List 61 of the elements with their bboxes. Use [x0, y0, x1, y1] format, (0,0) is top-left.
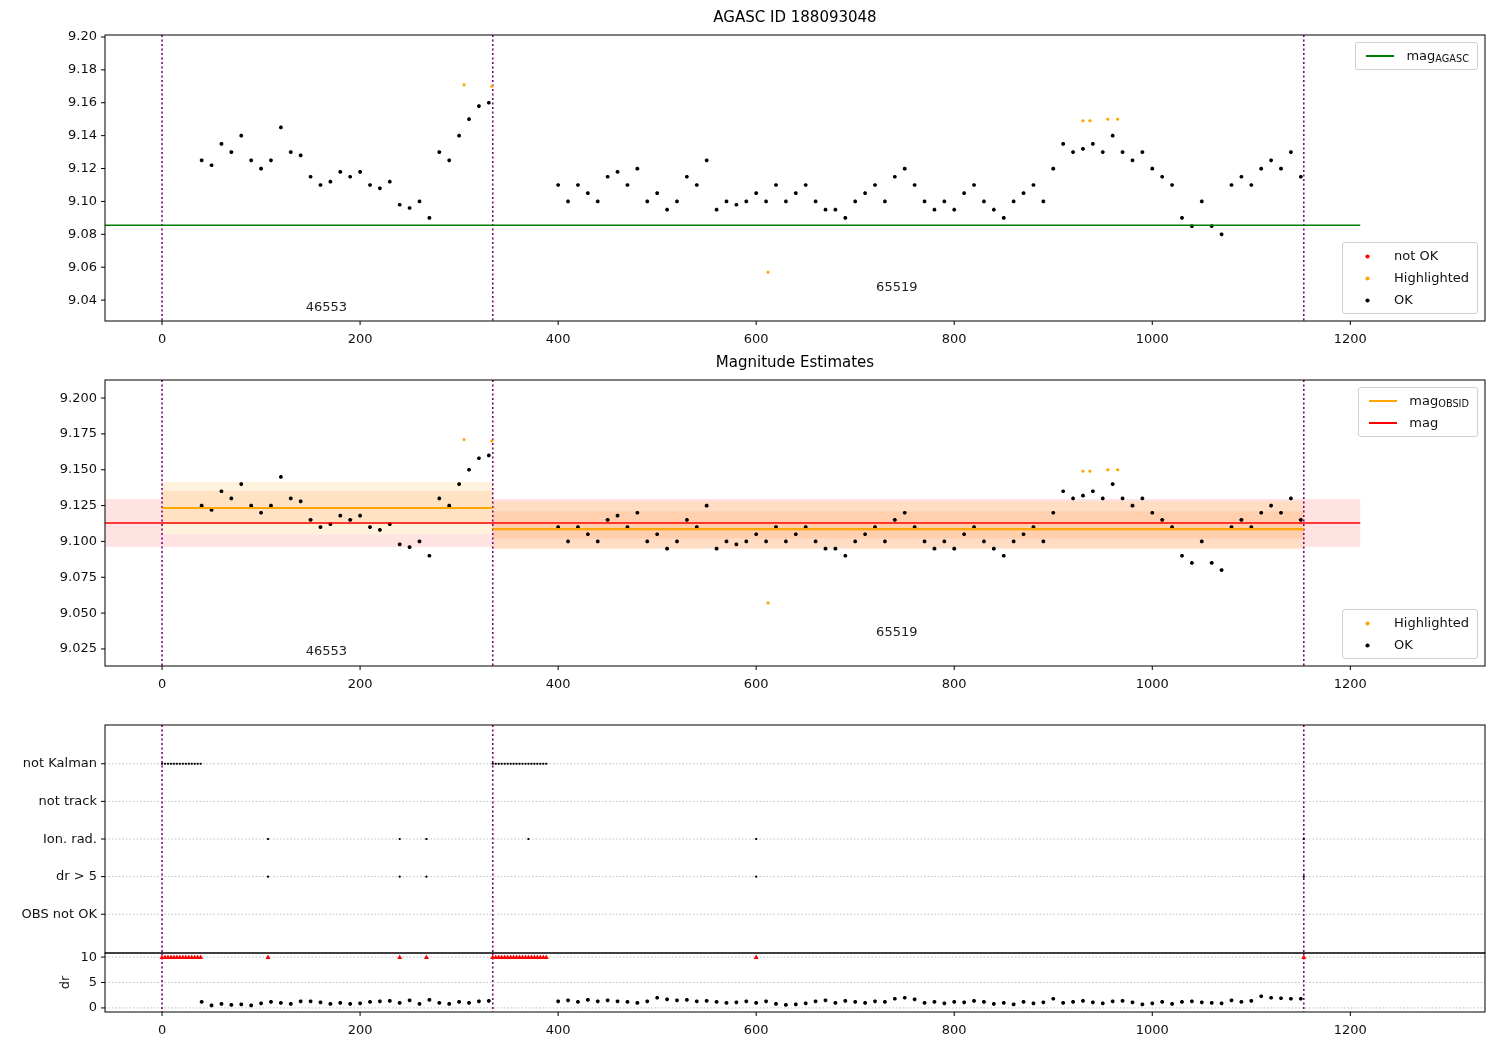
tick-label: 400: [545, 330, 571, 346]
tick-label: not Kalman: [22, 755, 97, 771]
tick-label: 600: [743, 330, 769, 346]
tick-label: 5: [88, 974, 97, 989]
legend-label: Highlighted: [1394, 269, 1470, 287]
tick-label: 10: [80, 948, 97, 964]
tick-label: 800: [941, 330, 967, 346]
tick-label: Ion. rad.: [43, 830, 97, 846]
legend-label: mag$_{OBSID}$: [1409, 392, 1470, 410]
tick-label: 1200: [1333, 1021, 1367, 1037]
legend-label: not OK: [1394, 247, 1440, 265]
tick-label: 9.04: [68, 291, 97, 307]
tick-label: 0: [157, 330, 167, 346]
tick-label: 9.075: [59, 568, 97, 584]
tick-label: 1200: [1333, 675, 1367, 691]
axis-label: dr: [56, 975, 72, 990]
segment-label: 65519: [876, 279, 918, 295]
tick-label: 9.125: [59, 497, 97, 513]
tick-label: not track: [38, 792, 97, 808]
tick-label: 9.20: [68, 28, 97, 44]
legend-label: Highlighted: [1394, 614, 1470, 632]
tick-label: 800: [941, 1021, 967, 1037]
legend-label: OK: [1394, 636, 1414, 654]
tick-label: 9.175: [59, 425, 97, 441]
tick-label: 9.06: [68, 258, 97, 274]
tick-label: 600: [743, 675, 769, 691]
tick-label: 200: [347, 675, 373, 691]
tick-label: 9.08: [68, 225, 97, 241]
segment-label: 65519: [876, 623, 918, 639]
legend-label: mag$_{AGASC}$: [1406, 47, 1470, 65]
tick-label: 200: [347, 330, 373, 346]
tick-label: 1200: [1333, 330, 1367, 346]
chart-title: AGASC ID 188093048: [713, 8, 877, 26]
tick-label: 9.18: [68, 61, 97, 77]
tick-label: 800: [941, 675, 967, 691]
tick-label: 9.16: [68, 94, 97, 110]
tick-label: 9.10: [68, 192, 97, 208]
tick-label: 200: [347, 1021, 373, 1037]
tick-label: OBS not OK: [21, 905, 97, 921]
legend-label: mag: [1409, 414, 1440, 432]
segment-label: 46553: [305, 299, 348, 315]
tick-label: 9.150: [59, 461, 97, 477]
chart-title: Magnitude Estimates: [715, 353, 875, 371]
tick-label: 9.050: [59, 604, 97, 620]
tick-label: 9.14: [68, 127, 97, 143]
tick-label: 400: [545, 675, 571, 691]
legend-label: OK: [1394, 291, 1414, 309]
tick-label: 0: [88, 999, 97, 1015]
tick-label: 9.025: [59, 640, 97, 656]
tick-label: 0: [157, 675, 167, 691]
tick-label: 600: [743, 1021, 769, 1037]
tick-label: 1000: [1135, 1021, 1169, 1037]
tick-label: 1000: [1135, 330, 1169, 346]
tick-label: 9.200: [59, 389, 97, 405]
tick-label: 9.12: [68, 160, 97, 176]
tick-label: 1000: [1135, 675, 1169, 691]
segment-label: 46553: [305, 643, 348, 659]
tick-label: 400: [545, 1021, 571, 1037]
tick-label: 0: [157, 1021, 167, 1037]
tick-label: dr > 5: [55, 868, 97, 884]
tick-label: 9.100: [59, 532, 97, 548]
